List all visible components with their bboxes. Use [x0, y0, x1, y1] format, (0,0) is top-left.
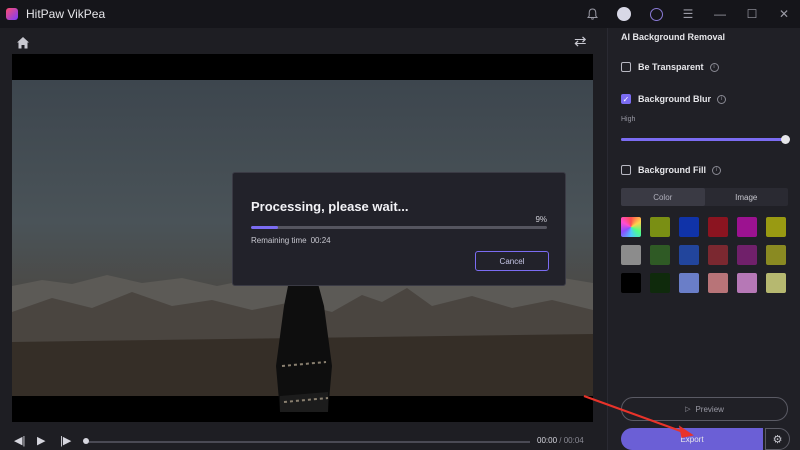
remaining-time-label: Remaining time — [251, 236, 307, 245]
color-swatch[interactable] — [621, 245, 641, 265]
remaining-time-value: 00:24 — [310, 236, 331, 245]
color-swatch[interactable] — [650, 273, 670, 293]
blur-slider[interactable] — [621, 135, 790, 144]
app-title: HitPaw VikPea — [26, 7, 106, 21]
color-swatch[interactable] — [621, 273, 641, 293]
tab-color[interactable]: Color — [621, 188, 705, 206]
color-swatch[interactable] — [679, 273, 699, 293]
preview-label: Preview — [695, 404, 724, 414]
play-outline-icon: ▷ — [685, 406, 691, 413]
background-blur-label: Background Blur — [638, 94, 712, 104]
close-icon[interactable]: ✕ — [768, 0, 800, 28]
avatar-icon[interactable] — [608, 0, 640, 28]
color-swatch[interactable] — [737, 217, 757, 237]
progress-percent: 9% — [535, 215, 547, 224]
progress-bar-fill — [251, 226, 278, 229]
color-swatch[interactable] — [708, 245, 728, 265]
swap-compare-icon[interactable]: ⇄ — [574, 34, 590, 50]
blur-level-label: High — [621, 116, 636, 123]
color-swatch[interactable] — [737, 245, 757, 265]
time-display: 00:00 / 00:04 — [537, 436, 584, 445]
background-removal-panel: AI Background Removal Be Transparent i ✓… — [607, 28, 800, 450]
playback-bar: ◀| ▶ |▶ 00:00 / 00:04 — [0, 432, 607, 450]
timeline-track[interactable] — [86, 441, 530, 443]
preview-button[interactable]: ▷ Preview — [621, 397, 788, 421]
next-frame-icon[interactable]: |▶ — [60, 435, 71, 447]
info-icon[interactable]: i — [712, 165, 722, 175]
user-icon[interactable] — [640, 0, 672, 28]
export-button[interactable]: Export — [621, 428, 763, 450]
be-transparent-checkbox[interactable] — [621, 62, 631, 72]
current-time: 00:00 — [537, 436, 558, 445]
maximize-icon[interactable]: ☐ — [736, 0, 768, 28]
remaining-time: Remaining time 00:24 — [251, 236, 331, 245]
tab-image[interactable]: Image — [705, 188, 789, 206]
option-be-transparent[interactable]: Be Transparent i — [621, 62, 719, 72]
background-fill-label: Background Fill — [638, 165, 707, 175]
home-icon[interactable] — [16, 36, 30, 50]
blur-slider-handle[interactable] — [781, 135, 790, 144]
total-time: 00:04 — [563, 436, 584, 445]
color-swatch[interactable] — [708, 217, 728, 237]
info-icon[interactable]: i — [709, 62, 719, 72]
be-transparent-label: Be Transparent — [638, 62, 704, 72]
color-swatch[interactable] — [650, 217, 670, 237]
menu-icon[interactable]: ☰ — [672, 0, 704, 28]
option-background-fill[interactable]: Background Fill i — [621, 165, 722, 175]
previous-frame-icon[interactable]: ◀| — [14, 435, 25, 447]
processing-dialog: Processing, please wait... 9% Remaining … — [232, 172, 566, 286]
progress-bar — [251, 226, 547, 229]
panel-title: AI Background Removal — [621, 32, 726, 42]
color-swatch[interactable] — [679, 217, 699, 237]
minimize-icon[interactable]: — — [704, 0, 736, 28]
export-settings-gear-icon[interactable]: ⚙ — [765, 428, 790, 450]
color-swatch[interactable] — [737, 273, 757, 293]
color-swatch-custom[interactable] — [621, 217, 641, 237]
dialog-title: Processing, please wait... — [251, 199, 409, 214]
option-background-blur[interactable]: ✓ Background Blur i — [621, 94, 727, 104]
title-bar: HitPaw VikPea ☰ — ☐ ✕ — [0, 0, 800, 28]
color-swatch[interactable] — [708, 273, 728, 293]
bell-icon[interactable] — [576, 0, 608, 28]
color-swatch[interactable] — [766, 273, 786, 293]
color-swatch[interactable] — [766, 245, 786, 265]
play-icon[interactable]: ▶ — [37, 435, 45, 447]
background-fill-checkbox[interactable] — [621, 165, 631, 175]
fill-type-tabs: Color Image — [621, 188, 788, 206]
color-swatch[interactable] — [650, 245, 670, 265]
preview-toolbar: ⇄ — [0, 28, 607, 54]
time-separator: / — [557, 436, 564, 445]
timeline-playhead[interactable] — [83, 438, 89, 444]
color-swatch[interactable] — [679, 245, 699, 265]
info-icon[interactable]: i — [717, 94, 727, 104]
blur-slider-fill — [621, 138, 785, 141]
cancel-button[interactable]: Cancel — [475, 251, 549, 271]
app-logo-icon — [6, 8, 18, 20]
color-swatch[interactable] — [766, 217, 786, 237]
background-blur-checkbox[interactable]: ✓ — [621, 94, 631, 104]
